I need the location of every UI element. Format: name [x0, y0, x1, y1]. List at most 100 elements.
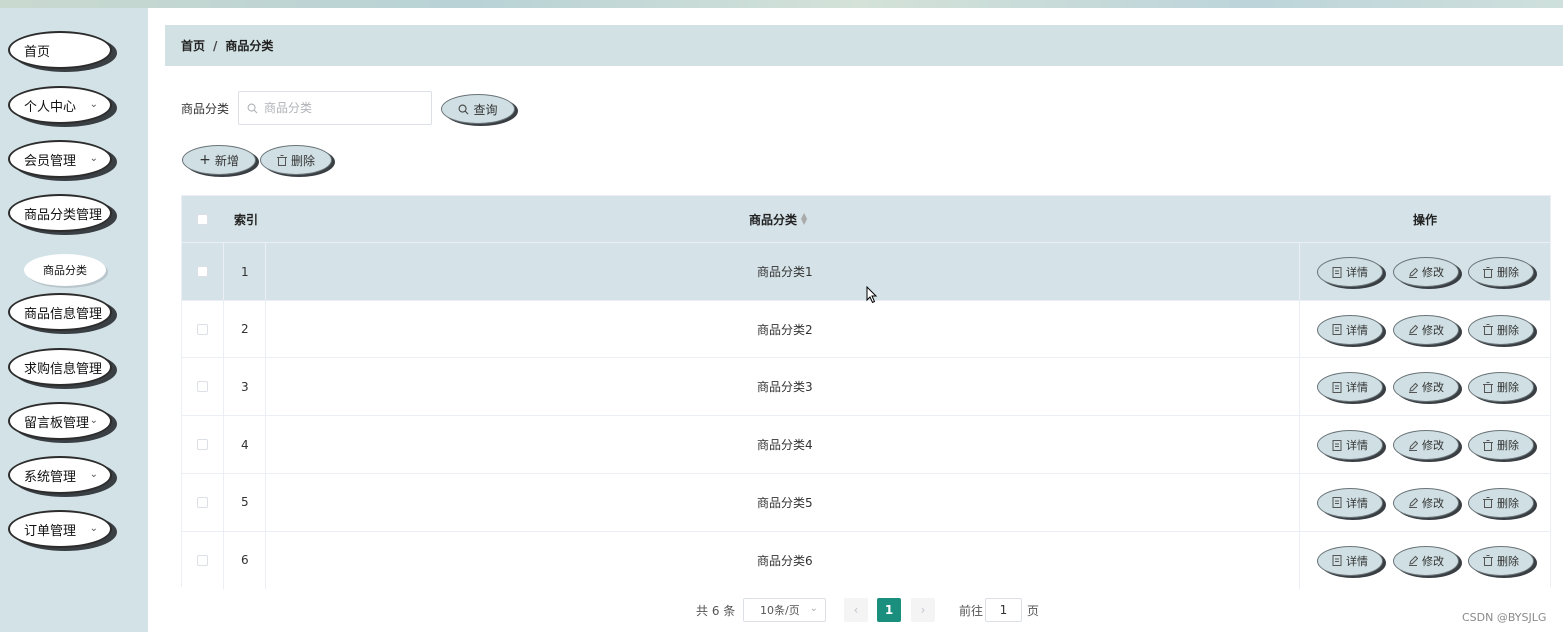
add-button[interactable]: + 新增	[182, 145, 256, 175]
sidebar-item-system-management[interactable]: 系统管理 ⌄	[8, 456, 112, 494]
delete-button[interactable]: 删除	[1468, 314, 1534, 345]
detail-button[interactable]: 详情	[1317, 257, 1383, 287]
row-category: 商品分类6	[757, 553, 813, 568]
sidebar-item-label: 求购信息管理	[24, 361, 103, 377]
detail-button[interactable]: 详情	[1317, 314, 1383, 345]
header-category: 商品分类	[749, 212, 798, 227]
edit-button[interactable]: 修改	[1393, 372, 1459, 403]
breadcrumb-current: 商品分类	[225, 39, 274, 53]
sidebar-item-label: 订单管理	[24, 523, 77, 539]
sidebar-item-personal-center[interactable]: 个人中心 ⌄	[8, 86, 112, 124]
delete-button[interactable]: 删除	[1468, 430, 1534, 461]
delete-button[interactable]: 删除	[1468, 545, 1534, 576]
sidebar-item-label: 会员管理	[24, 153, 77, 169]
pencil-icon	[1409, 382, 1418, 393]
sidebar-item-product-info[interactable]: 商品信息管理	[8, 293, 112, 331]
search-button[interactable]: 查询	[441, 94, 515, 124]
edit-button[interactable]: 修改	[1393, 257, 1459, 287]
batch-delete-label: 删除	[290, 153, 315, 168]
trash-icon	[1483, 497, 1493, 509]
detail-button-label: 详情	[1346, 554, 1368, 568]
row-checkbox[interactable]	[197, 496, 208, 508]
goto-page-input[interactable]	[985, 598, 1022, 622]
detail-button[interactable]: 详情	[1317, 487, 1383, 518]
edit-button[interactable]: 修改	[1393, 314, 1459, 345]
edit-button[interactable]: 修改	[1393, 487, 1459, 518]
row-category: 商品分类3	[757, 380, 813, 395]
sidebar-item-home[interactable]: 首页	[8, 31, 112, 69]
document-icon	[1332, 324, 1342, 336]
row-index: 1	[241, 264, 249, 279]
edit-button-label: 修改	[1422, 496, 1444, 510]
delete-button[interactable]: 删除	[1468, 487, 1534, 518]
edit-button[interactable]: 修改	[1393, 545, 1459, 576]
page-suffix: 页	[1027, 604, 1040, 618]
row-checkbox[interactable]	[197, 439, 208, 451]
delete-button-label: 删除	[1497, 439, 1519, 453]
sidebar-item-label: 商品分类管理	[24, 207, 103, 223]
pencil-icon	[1409, 440, 1418, 451]
sidebar-subitem-label: 商品分类	[43, 264, 87, 277]
delete-button[interactable]: 删除	[1468, 372, 1534, 403]
batch-delete-button[interactable]: 删除	[260, 145, 332, 175]
trash-icon	[1483, 381, 1493, 393]
search-input[interactable]	[262, 100, 426, 116]
detail-button[interactable]: 详情	[1317, 430, 1383, 461]
detail-button-label: 详情	[1346, 323, 1368, 337]
prev-page-button[interactable]: ‹	[844, 598, 868, 622]
row-checkbox[interactable]	[197, 554, 208, 566]
row-index: 3	[241, 379, 249, 394]
pencil-icon	[1409, 555, 1418, 566]
detail-button-label: 详情	[1346, 381, 1368, 395]
sidebar-item-member-management[interactable]: 会员管理 ⌄	[8, 140, 112, 178]
row-checkbox[interactable]	[197, 381, 208, 393]
search-icon	[459, 104, 469, 114]
edit-button[interactable]: 修改	[1393, 430, 1459, 461]
delete-button-label: 删除	[1497, 496, 1519, 510]
chevron-down-icon: ⌄	[89, 415, 98, 426]
sidebar-item-label: 留言板管理	[24, 415, 90, 431]
pagination-total: 共 6 条	[696, 604, 736, 618]
sidebar-item-label: 商品信息管理	[24, 306, 103, 322]
sidebar-item-label: 个人中心	[24, 99, 77, 115]
row-checkbox[interactable]	[197, 266, 208, 277]
row-index: 2	[241, 322, 249, 337]
trash-icon	[1483, 324, 1493, 336]
select-all-checkbox[interactable]	[197, 213, 208, 225]
category-table: 索引 商品分类 ▲ ▼ 操作 1 商品分类1 详情 修改 删除 2 商品分类2 详情 修改 删除 3 商…	[181, 195, 1551, 589]
edit-button-label: 修改	[1422, 323, 1444, 337]
document-icon	[1332, 439, 1342, 451]
delete-button-label: 删除	[1497, 266, 1519, 279]
row-index: 4	[241, 437, 249, 452]
sidebar-item-message-board[interactable]: 留言板管理 ⌄	[8, 402, 112, 440]
next-page-button[interactable]: ›	[911, 598, 935, 622]
sort-icon[interactable]: ▲ ▼	[801, 212, 807, 226]
page-number-current[interactable]: 1	[877, 598, 901, 622]
search-field[interactable]	[238, 91, 432, 125]
detail-button[interactable]: 详情	[1317, 545, 1383, 576]
detail-button-label: 详情	[1346, 439, 1368, 453]
row-category: 商品分类4	[757, 438, 813, 453]
delete-button[interactable]: 删除	[1468, 257, 1534, 287]
pencil-icon	[1409, 267, 1418, 278]
goto-label: 前往	[959, 604, 984, 618]
mouse-cursor-icon	[866, 286, 878, 304]
sidebar-item-category-management[interactable]: 商品分类管理	[8, 194, 112, 232]
page-size-select[interactable]: 10条/页 ⌄	[743, 598, 826, 622]
header-index: 索引	[234, 212, 259, 227]
breadcrumb-separator: /	[213, 38, 218, 53]
sidebar-item-order-management[interactable]: 订单管理 ⌄	[8, 510, 112, 548]
row-checkbox[interactable]	[197, 323, 208, 335]
trash-icon	[1483, 266, 1493, 278]
edit-button-label: 修改	[1422, 439, 1444, 453]
row-category: 商品分类5	[757, 495, 813, 510]
breadcrumb-home[interactable]: 首页	[181, 37, 205, 54]
detail-button[interactable]: 详情	[1317, 372, 1383, 403]
row-index: 5	[241, 495, 249, 510]
row-category: 商品分类2	[757, 322, 813, 337]
sidebar-item-label: 首页	[24, 44, 51, 60]
table-row: 5 商品分类5 详情 修改 删除	[182, 472, 1550, 531]
trash-icon	[1483, 555, 1493, 566]
sidebar-subitem-category[interactable]: 商品分类	[24, 254, 106, 286]
sidebar-item-purchase-request[interactable]: 求购信息管理	[8, 348, 112, 386]
